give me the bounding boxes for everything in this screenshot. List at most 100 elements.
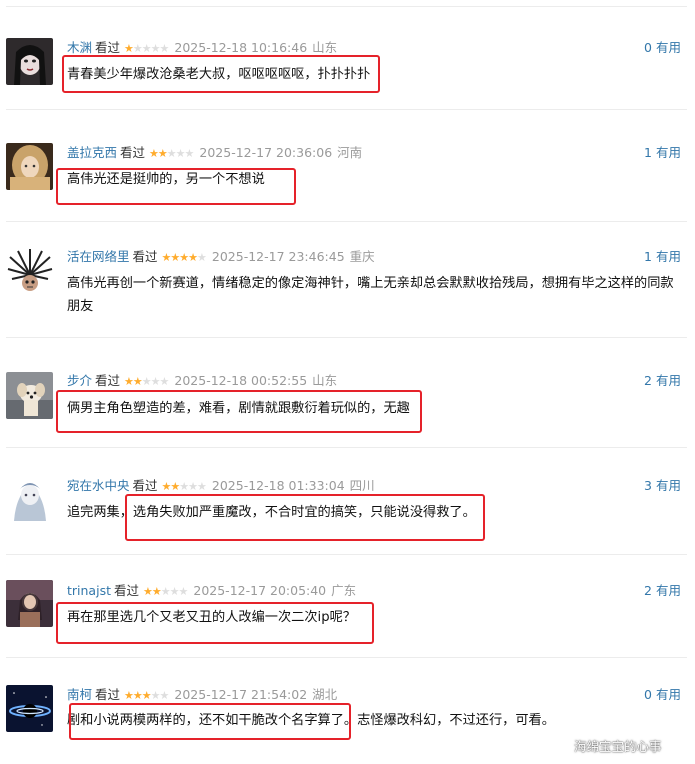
comment-time: 2025-12-18 00:52:55 xyxy=(174,373,308,388)
comment-meta: 步介 看过 ★★★★★ 2025-12-18 00:52:55 山东 xyxy=(67,373,337,390)
divider xyxy=(6,109,687,110)
useful-button[interactable]: 有用 xyxy=(656,478,681,493)
star-filled-icon: ★ xyxy=(124,375,134,388)
avatar[interactable] xyxy=(6,475,53,522)
username-link[interactable]: trinajst xyxy=(67,583,111,598)
rating-stars: ★★★★★ xyxy=(162,479,207,495)
star-filled-icon: ★ xyxy=(179,251,189,264)
comment-meta: 盖拉克西 看过 ★★★★★ 2025-12-17 20:36:06 河南 xyxy=(67,145,362,162)
vote-count: 0 xyxy=(644,40,652,55)
star-filled-icon: ★ xyxy=(132,375,143,388)
divider xyxy=(6,337,687,338)
star-empty-icon: ★ xyxy=(169,585,180,598)
star-filled-icon: ★ xyxy=(143,585,153,598)
star-empty-icon: ★ xyxy=(132,42,143,55)
useful-button[interactable]: 有用 xyxy=(656,40,681,55)
comment-time: 2025-12-17 20:05:40 xyxy=(193,583,327,598)
useful-button[interactable]: 有用 xyxy=(656,583,681,598)
star-empty-icon: ★ xyxy=(178,585,189,598)
comment-list: 木渊 看过 ★★★★★ 2025-12-18 10:16:46 山东 0 有用 青春美少年… xyxy=(0,0,695,764)
divider xyxy=(6,447,687,448)
rating-stars: ★★★★★ xyxy=(149,146,195,162)
comment-location: 山东 xyxy=(312,40,338,55)
comment-location: 山东 xyxy=(312,373,338,388)
watch-status: 看过 xyxy=(95,373,121,388)
star-empty-icon: ★ xyxy=(184,147,195,160)
star-empty-icon: ★ xyxy=(159,689,170,702)
useful-button[interactable]: 有用 xyxy=(656,145,681,160)
username-link[interactable]: 宛在水中央 xyxy=(67,478,130,493)
watch-status: 看过 xyxy=(95,687,121,702)
star-filled-icon: ★ xyxy=(157,147,168,160)
star-filled-icon: ★ xyxy=(149,147,159,160)
star-filled-icon: ★ xyxy=(170,251,180,264)
useful-button[interactable]: 有用 xyxy=(656,373,681,388)
star-empty-icon: ★ xyxy=(150,689,161,702)
comment-text: 高伟光再创一个新赛道，情绪稳定的像定海神针，嘴上无亲却总会默默收拾残局，想拥有毕… xyxy=(67,276,674,314)
avatar[interactable] xyxy=(6,249,53,296)
star-filled-icon: ★ xyxy=(188,251,198,264)
star-filled-icon: ★ xyxy=(132,689,143,702)
comment-meta: trinajst 看过 ★★★★★ 2025-12-17 20:05:40 广东 xyxy=(67,583,356,600)
watch-status: 看过 xyxy=(95,40,121,55)
username-link[interactable]: 木渊 xyxy=(67,40,92,55)
divider xyxy=(6,221,687,222)
avatar[interactable] xyxy=(6,372,53,419)
star-empty-icon: ★ xyxy=(188,480,198,493)
username-link[interactable]: 盖拉克西 xyxy=(67,145,117,160)
vote-count: 0 xyxy=(644,687,652,702)
useful-button[interactable]: 有用 xyxy=(656,249,681,264)
comment-text: 追完两集，选角失败加严重魔改，不合时宜的搞笑，只能说没得救了。 xyxy=(67,505,476,520)
star-empty-icon: ★ xyxy=(179,480,189,493)
star-empty-icon: ★ xyxy=(141,42,152,55)
vote-count: 1 xyxy=(644,249,652,264)
useful-votes: 1 有用 xyxy=(644,249,681,265)
vote-count: 1 xyxy=(644,145,652,160)
comment-time: 2025-12-18 01:33:04 xyxy=(211,478,345,493)
username-link[interactable]: 南柯 xyxy=(67,687,92,702)
comment-meta: 木渊 看过 ★★★★★ 2025-12-18 10:16:46 山东 xyxy=(67,40,337,57)
useful-votes: 3 有用 xyxy=(644,478,681,494)
comment-text: 俩男主角色塑造的差，难看，剧情就跟敷衍着玩似的，无趣 xyxy=(67,401,410,416)
rating-stars: ★★★★★ xyxy=(162,250,207,266)
username-link[interactable]: 活在网络里 xyxy=(67,249,130,264)
comment-meta: 宛在水中央 看过 ★★★★★ 2025-12-18 01:33:04 四川 xyxy=(67,478,375,495)
watermark: 海绵宝宝的心事 xyxy=(574,739,662,754)
divider xyxy=(6,6,687,7)
comment-time: 2025-12-17 23:46:45 xyxy=(211,249,345,264)
divider xyxy=(6,657,687,658)
watch-status: 看过 xyxy=(132,478,158,493)
rating-stars: ★★★★★ xyxy=(124,688,170,704)
comment-location: 河南 xyxy=(337,145,363,160)
username-link[interactable]: 步介 xyxy=(67,373,92,388)
star-empty-icon: ★ xyxy=(159,375,170,388)
star-filled-icon: ★ xyxy=(151,585,162,598)
divider xyxy=(6,554,687,555)
useful-votes: 0 有用 xyxy=(644,687,681,703)
avatar[interactable] xyxy=(6,685,53,732)
star-empty-icon: ★ xyxy=(159,42,170,55)
watch-status: 看过 xyxy=(113,583,139,598)
comment-meta: 南柯 看过 ★★★★★ 2025-12-17 21:54:02 湖北 xyxy=(67,687,337,704)
avatar[interactable] xyxy=(6,143,53,190)
star-empty-icon: ★ xyxy=(197,251,207,264)
star-filled-icon: ★ xyxy=(124,42,134,55)
star-empty-icon: ★ xyxy=(160,585,171,598)
watch-status: 看过 xyxy=(132,249,158,264)
star-empty-icon: ★ xyxy=(197,480,207,493)
comment-meta: 活在网络里 看过 ★★★★★ 2025-12-17 23:46:45 重庆 xyxy=(67,249,375,266)
avatar[interactable] xyxy=(6,38,53,85)
star-empty-icon: ★ xyxy=(141,375,152,388)
comment-time: 2025-12-17 21:54:02 xyxy=(174,687,308,702)
useful-votes: 2 有用 xyxy=(644,373,681,389)
comment-time: 2025-12-18 10:16:46 xyxy=(174,40,308,55)
star-empty-icon: ★ xyxy=(150,42,161,55)
useful-votes: 0 有用 xyxy=(644,40,681,56)
watch-status: 看过 xyxy=(120,145,146,160)
comment-location: 四川 xyxy=(349,478,375,493)
useful-button[interactable]: 有用 xyxy=(656,687,681,702)
useful-votes: 1 有用 xyxy=(644,145,681,161)
rating-stars: ★★★★★ xyxy=(124,374,170,390)
vote-count: 2 xyxy=(644,373,652,388)
avatar[interactable] xyxy=(6,580,53,627)
